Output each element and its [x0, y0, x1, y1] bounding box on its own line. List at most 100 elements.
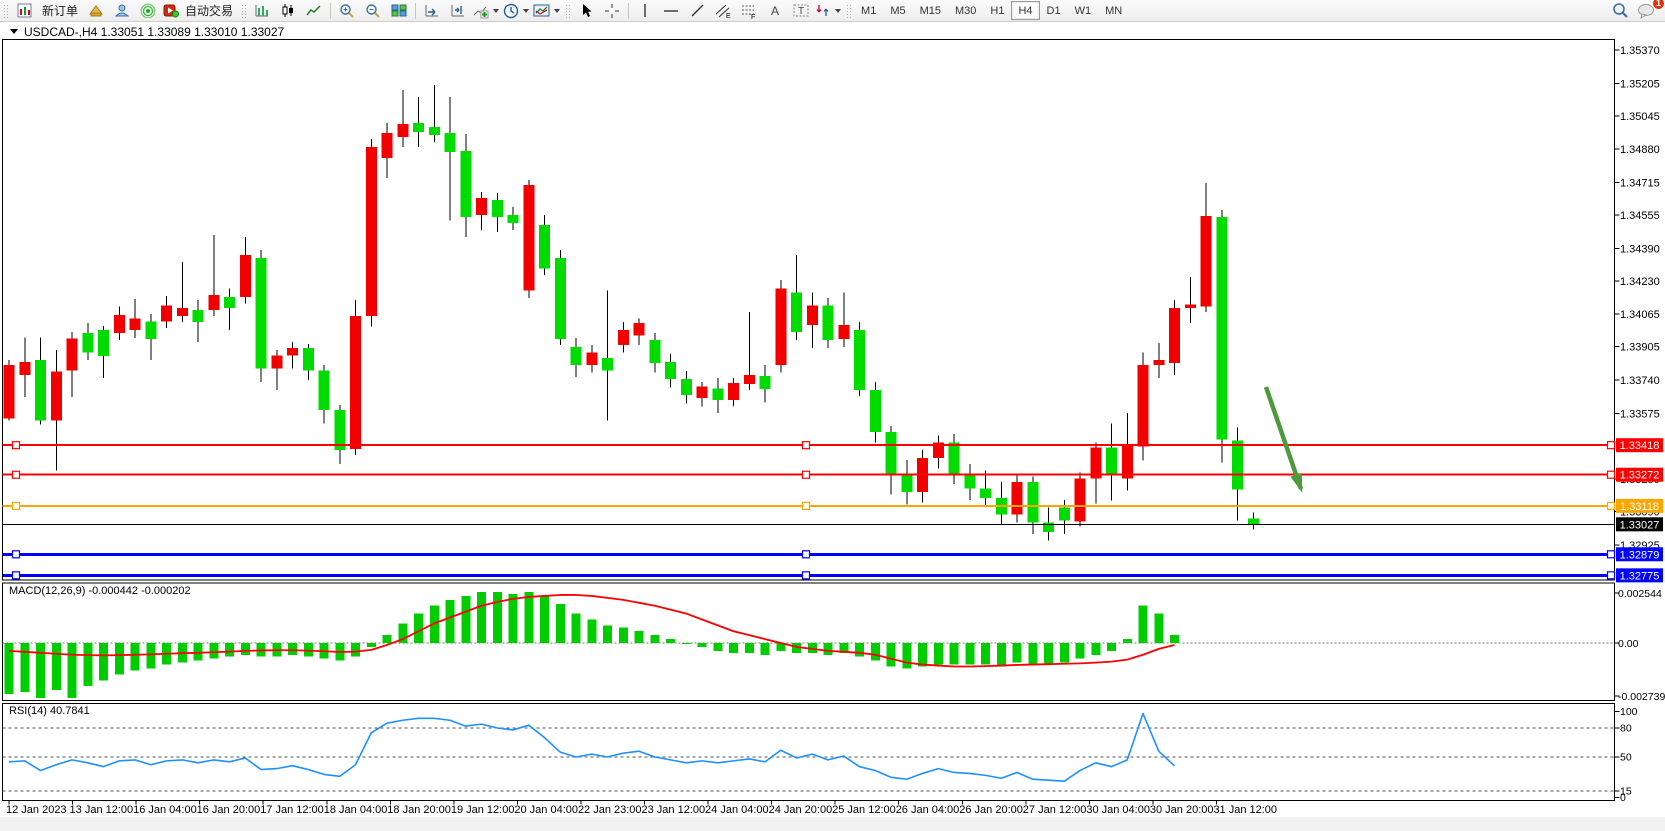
time-tick-label[interactable]: 24 Jan 04:00	[705, 804, 769, 816]
equidistant-channel-tool-button[interactable]: E	[710, 1, 736, 20]
time-tick-label[interactable]: 16 Jan 20:00	[197, 804, 261, 816]
time-tick-label[interactable]: 22 Jan 23:00	[578, 804, 642, 816]
chart-titlebar[interactable]: USDCAD-,H4 1.33051 1.33089 1.33010 1.330…	[2, 24, 1410, 39]
line-handle[interactable]	[13, 442, 20, 449]
line-handle[interactable]	[1608, 471, 1615, 478]
candle	[303, 348, 314, 370]
time-tick-label[interactable]: 24 Jan 20:00	[769, 804, 833, 816]
line-handle[interactable]	[803, 551, 810, 558]
timeframe-button-M1[interactable]: M1	[854, 1, 883, 20]
rsi-pane	[3, 704, 1615, 801]
time-tick-label[interactable]: 31 Jan 12:00	[1213, 804, 1277, 816]
fibonacci-tool-button[interactable]: F	[736, 1, 762, 20]
zoom-in-button[interactable]	[334, 1, 360, 20]
market-button[interactable]	[83, 1, 109, 20]
cursor-tool-button[interactable]	[573, 1, 599, 20]
horizontal-line-tool-button[interactable]	[658, 1, 684, 20]
search-button[interactable]	[1607, 1, 1633, 20]
macd-histogram-bar	[650, 635, 659, 643]
candle	[1201, 216, 1212, 306]
collapse-arrow-icon[interactable]	[10, 29, 18, 34]
bar-chart-mode-button[interactable]	[249, 1, 275, 20]
time-tick-label[interactable]: 30 Jan 20:00	[1150, 804, 1214, 816]
timeframe-button-M5[interactable]: M5	[883, 1, 912, 20]
time-tick-label[interactable]: 13 Jan 12:00	[70, 804, 134, 816]
timeframe-button-D1[interactable]: D1	[1040, 1, 1068, 20]
candle	[775, 288, 786, 365]
time-tick-label[interactable]: 12 Jan 2023	[6, 804, 67, 816]
text-tool-button[interactable]: A	[762, 1, 788, 20]
line-handle[interactable]	[1608, 502, 1615, 509]
time-tick-label[interactable]: 26 Jan 04:00	[896, 804, 960, 816]
tile-windows-button[interactable]	[386, 1, 412, 20]
chart-canvas[interactable]: 1.353701.352051.350451.348801.347151.345…	[0, 0, 1665, 831]
macd-histogram-bar	[587, 619, 596, 643]
macd-histogram-bar	[115, 643, 124, 674]
timeframe-button-H4[interactable]: H4	[1011, 1, 1039, 20]
periods-button[interactable]	[501, 1, 531, 20]
timeframe-button-H1[interactable]: H1	[983, 1, 1011, 20]
autotrading-button[interactable]: 自动交易	[161, 1, 238, 20]
auto-scroll-button[interactable]	[419, 1, 445, 20]
macd-histogram-bar	[241, 643, 250, 655]
new-chart-button[interactable]	[11, 1, 37, 20]
time-tick-label[interactable]: 26 Jan 20:00	[959, 804, 1023, 816]
line-handle[interactable]	[1608, 551, 1615, 558]
time-tick-label[interactable]: 16 Jan 04:00	[133, 804, 197, 816]
arrows-tool-button[interactable]	[814, 1, 843, 20]
line-handle[interactable]	[803, 502, 810, 509]
line-handle[interactable]	[13, 551, 20, 558]
timeframe-button-MN[interactable]: MN	[1098, 1, 1129, 20]
templates-button[interactable]	[531, 1, 562, 20]
timeframe-button-M30[interactable]: M30	[948, 1, 983, 20]
line-handle[interactable]	[13, 471, 20, 478]
indicators-button[interactable]	[471, 1, 501, 20]
macd-histogram-bar	[572, 614, 581, 643]
candlestick-mode-button[interactable]	[275, 1, 301, 20]
line-handle[interactable]	[1608, 442, 1615, 449]
time-tick-label[interactable]: 27 Jan 12:00	[1023, 804, 1087, 816]
macd-histogram-bar	[540, 596, 549, 643]
crosshair-tool-button[interactable]	[599, 1, 625, 20]
time-tick-label[interactable]: 18 Jan 04:00	[324, 804, 388, 816]
line-handle[interactable]	[803, 572, 810, 579]
candle	[1075, 478, 1086, 521]
time-tick-label[interactable]: 25 Jan 12:00	[832, 804, 896, 816]
new-order-button[interactable]: 新订单	[37, 1, 83, 20]
toolbar-grip[interactable]	[241, 4, 246, 18]
zoom-out-button[interactable]	[360, 1, 386, 20]
macd-tick-label: 0.002544	[1618, 588, 1662, 600]
vertical-line-tool-button[interactable]	[632, 1, 658, 20]
text-label-tool-button[interactable]: T	[788, 1, 814, 20]
line-chart-mode-button[interactable]	[301, 1, 327, 20]
time-tick-label[interactable]: 20 Jan 04:00	[514, 804, 578, 816]
time-tick-label[interactable]: 23 Jan 12:00	[642, 804, 706, 816]
line-handle[interactable]	[13, 572, 20, 579]
new-chart-icon	[17, 3, 32, 18]
toolbar-grip[interactable]	[3, 4, 8, 18]
macd-histogram-bar	[713, 643, 722, 651]
candle	[145, 321, 156, 339]
line-handle[interactable]	[13, 502, 20, 509]
line-handle[interactable]	[1608, 572, 1615, 579]
cursor-icon	[579, 3, 593, 18]
time-tick-label[interactable]: 18 Jan 20:00	[387, 804, 451, 816]
candle	[476, 198, 487, 215]
time-tick-label[interactable]: 19 Jan 12:00	[451, 804, 515, 816]
macd-histogram-bar	[934, 643, 943, 665]
timeframe-button-W1[interactable]: W1	[1068, 1, 1099, 20]
community-button[interactable]	[109, 1, 135, 20]
notifications-button[interactable]: 1	[1633, 1, 1659, 20]
time-tick-label[interactable]: 17 Jan 12:00	[260, 804, 324, 816]
trendline-tool-button[interactable]	[684, 1, 710, 20]
toolbar-grip[interactable]	[565, 4, 570, 18]
line-handle[interactable]	[803, 442, 810, 449]
time-tick-label[interactable]: 30 Jan 04:00	[1086, 804, 1150, 816]
line-handle[interactable]	[803, 471, 810, 478]
price-tick-label: 1.34065	[1620, 309, 1660, 321]
macd-histogram-bar	[761, 643, 770, 655]
signals-button[interactable]	[135, 1, 161, 20]
timeframe-button-M15[interactable]: M15	[913, 1, 948, 20]
toolbar-grip[interactable]	[846, 4, 851, 18]
chart-shift-button[interactable]	[445, 1, 471, 20]
